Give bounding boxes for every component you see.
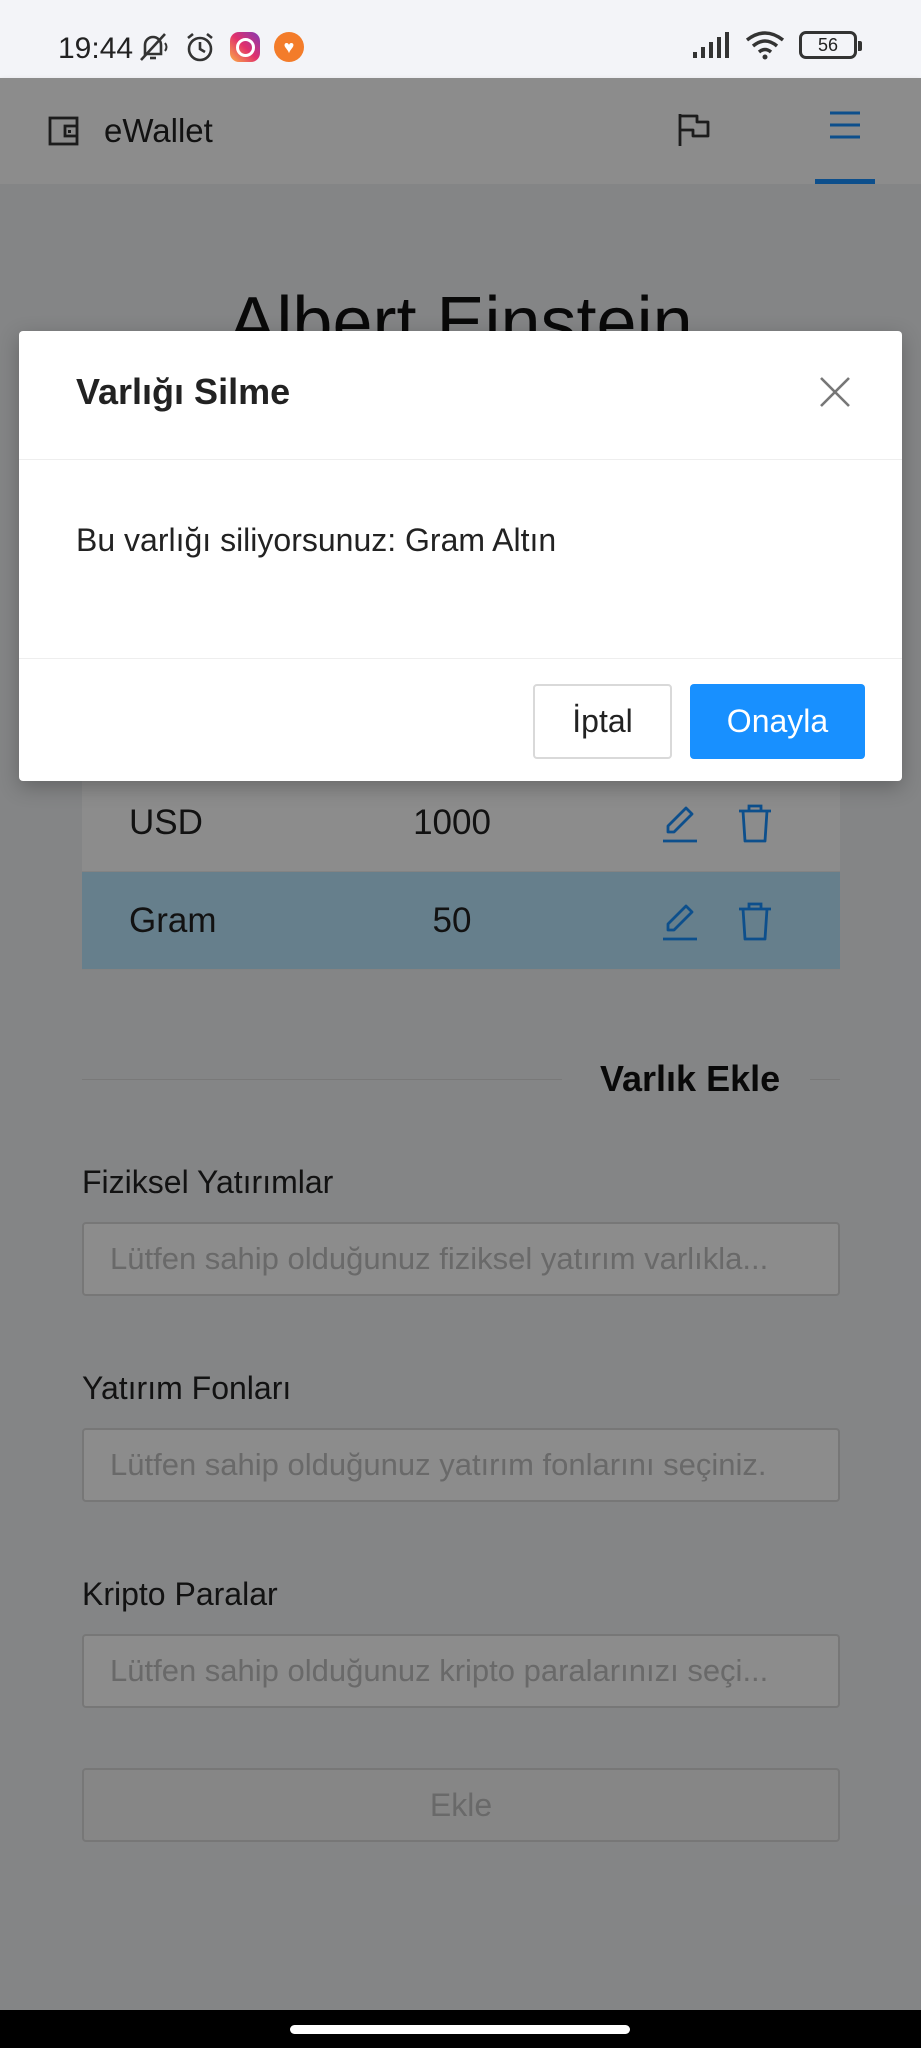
instagram-icon [230,32,260,62]
mute-bell-icon [140,33,168,61]
modal-message: Bu varlığı siliyorsunuz: Gram Altın [76,522,557,558]
modal-title: Varlığı Silme [76,371,291,412]
battery-level: 56 [817,34,839,55]
modal-header: Varlığı Silme [19,331,902,460]
heart-app-icon: ♥ [274,32,304,62]
status-time: 19:44 [58,32,134,65]
close-icon[interactable] [818,375,852,409]
status-left-icons: ♥ [136,30,304,64]
wifi-icon [745,31,785,60]
battery-icon: 56 [799,31,862,59]
modal-body: Bu varlığı siliyorsunuz: Gram Altın [19,460,902,659]
cancel-button[interactable]: İptal [533,684,672,759]
home-handle[interactable] [290,2025,630,2034]
delete-asset-modal: Varlığı Silme Bu varlığı siliyorsunuz: G… [19,331,902,781]
status-right-icons: 56 [691,30,862,60]
alarm-icon [187,32,213,62]
navigation-bar [0,2010,921,2048]
confirm-button[interactable]: Onayla [690,684,865,759]
signal-icon [693,32,729,58]
status-bar: 19:44 ♥ 56 [0,0,921,78]
